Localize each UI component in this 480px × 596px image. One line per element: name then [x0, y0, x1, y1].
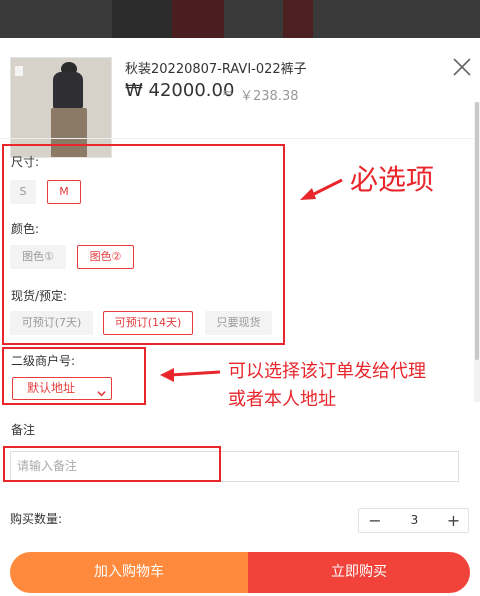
quantity-value[interactable]: 3: [392, 509, 437, 532]
product-price-rmb: ￥238.38: [240, 89, 299, 104]
merchant-highlight: [2, 347, 146, 405]
header-divider: [0, 138, 480, 139]
note-label: 备注: [11, 423, 36, 437]
backdrop-image: [0, 0, 480, 38]
quantity-minus-button[interactable]: −: [359, 509, 391, 532]
quantity-stepper: − 3 +: [358, 508, 469, 533]
note-highlight: [3, 446, 221, 482]
thumbnail-tag: [15, 66, 23, 76]
backdrop-shade: [172, 0, 224, 38]
arrow-icon: [160, 368, 221, 382]
product-title: 秋装20220807-RAVI-022裤子: [125, 62, 307, 77]
merchant-hint-line1: 可以选择该订单发给代理: [228, 361, 426, 382]
backdrop-shade: [283, 0, 313, 38]
product-price: ₩ 42000.00: [125, 80, 235, 101]
arrow-icon: [300, 178, 343, 200]
model-top: [53, 72, 83, 110]
buy-now-button[interactable]: 立即购买: [248, 552, 470, 593]
add-to-cart-button[interactable]: 加入购物车: [10, 552, 248, 593]
required-options-highlight: [2, 144, 285, 345]
approx-symbol: ≈: [222, 86, 233, 101]
quantity-plus-button[interactable]: +: [438, 509, 469, 532]
scrollbar-thumb[interactable]: [475, 102, 479, 360]
merchant-hint-line2: 或者本人地址: [228, 389, 336, 410]
required-annotation: 必选项: [350, 163, 435, 196]
backdrop-shade: [112, 0, 172, 38]
product-thumbnail: [10, 57, 112, 158]
quantity-label: 购买数量:: [10, 512, 63, 526]
close-icon[interactable]: [450, 55, 474, 79]
